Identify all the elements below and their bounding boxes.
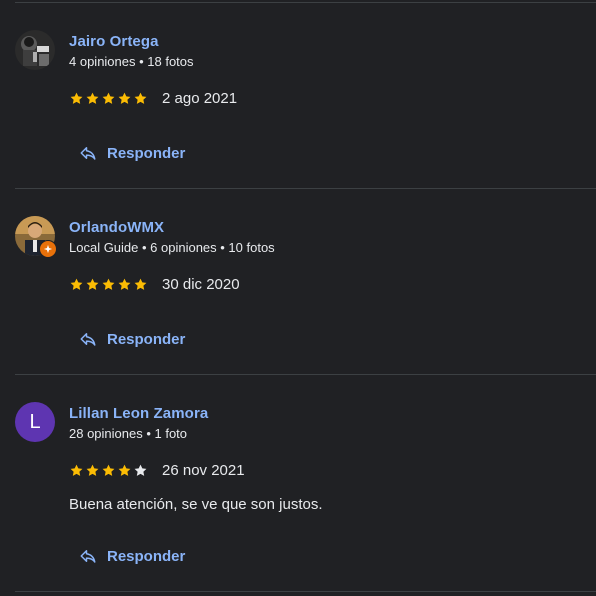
reply-button[interactable]: Responder — [79, 330, 185, 348]
avatar-letter: L — [15, 402, 55, 442]
reply-arrow-icon — [80, 550, 96, 563]
reply-label: Responder — [107, 330, 186, 348]
avatar-photo — [15, 30, 55, 70]
star-icon — [70, 92, 83, 104]
star-rating — [69, 463, 148, 478]
reviews-panel: Jairo Ortega 4 opiniones • 18 fotos 2 ag… — [0, 0, 596, 596]
star-rating — [69, 91, 148, 106]
divider — [15, 2, 596, 3]
author-name[interactable]: OrlandoWMX — [69, 219, 164, 236]
author-name[interactable]: Jairo Ortega — [69, 33, 159, 50]
star-icon — [118, 92, 131, 104]
reply-arrow-icon — [80, 147, 96, 160]
local-guide-badge — [39, 240, 57, 258]
reply-arrow-icon — [80, 333, 96, 346]
review-date: 26 nov 2021 — [162, 462, 245, 479]
star-icon — [86, 464, 99, 476]
reply-button[interactable]: Responder — [79, 547, 185, 565]
star-icon — [86, 278, 99, 290]
author-name[interactable]: Lillan Leon Zamora — [69, 405, 208, 422]
avatar[interactable]: L — [15, 402, 55, 442]
author-meta[interactable]: 28 opiniones • 1 foto — [69, 426, 187, 441]
star-badge-icon — [43, 244, 53, 254]
rating-row: 2 ago 2021 — [69, 90, 237, 107]
rating-row: 30 dic 2020 — [69, 276, 240, 293]
star-icon — [134, 278, 147, 290]
star-icon — [134, 92, 147, 104]
divider — [15, 374, 596, 375]
avatar[interactable] — [15, 30, 55, 70]
star-icon — [86, 92, 99, 104]
star-icon — [118, 278, 131, 290]
star-icon — [70, 464, 83, 476]
star-icon — [102, 464, 115, 476]
star-icon — [70, 278, 83, 290]
review-date: 30 dic 2020 — [162, 276, 240, 293]
star-icon — [102, 92, 115, 104]
review-date: 2 ago 2021 — [162, 90, 238, 107]
author-meta[interactable]: 4 opiniones • 18 fotos — [69, 54, 194, 69]
star-rating — [69, 277, 148, 292]
divider — [15, 188, 596, 189]
avatar[interactable] — [15, 216, 57, 258]
rating-row: 26 nov 2021 — [69, 462, 245, 479]
reply-label: Responder — [107, 547, 186, 565]
reply-button[interactable]: Responder — [79, 144, 185, 162]
review-text: Buena atención, se ve que son justos. — [69, 496, 323, 513]
star-icon — [134, 464, 147, 476]
divider — [15, 591, 596, 592]
star-icon — [118, 464, 131, 476]
reply-label: Responder — [107, 144, 186, 162]
author-meta[interactable]: Local Guide • 6 opiniones • 10 fotos — [69, 240, 275, 255]
star-icon — [102, 278, 115, 290]
